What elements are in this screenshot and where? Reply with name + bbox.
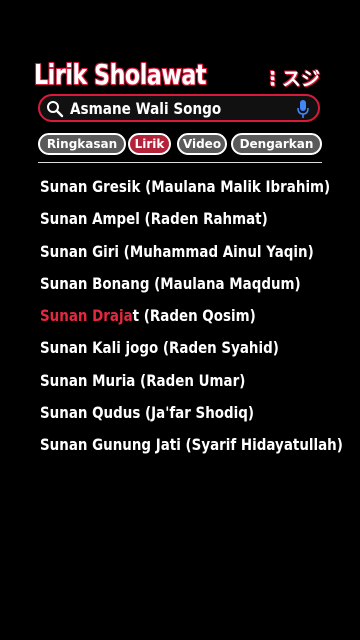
karaoke-highlight: Sunan Draja bbox=[40, 306, 133, 326]
lyrics-list: Sunan Gresik (Maulana Malik Ibrahim) Sun… bbox=[40, 172, 343, 463]
lyric-line: Sunan Gunung Jati (Syarif Hidayatullah) bbox=[40, 435, 343, 455]
lyric-line: Sunan Giri (Muhammad Ainul Yaqin) bbox=[40, 241, 314, 261]
mic-icon[interactable] bbox=[296, 99, 310, 119]
lyric-line: Sunan Muria (Raden Umar) bbox=[40, 370, 246, 390]
lyric-line: Sunan Kali jogo (Raden Syahid) bbox=[40, 338, 279, 358]
app-header: Lirik Sholawat ⋮スジ bbox=[34, 58, 334, 94]
tab-bar: Ringkasan Lirik Video Dengarkan bbox=[38, 133, 324, 155]
divider bbox=[38, 162, 322, 163]
tab-lirik[interactable]: Lirik bbox=[128, 133, 171, 155]
search-icon bbox=[47, 101, 64, 118]
lyric-line: Sunan Ampel (Raden Rahmat) bbox=[40, 209, 268, 229]
lyric-line-current: Sunan Drajat (Raden Qosim) bbox=[40, 301, 292, 333]
tab-dengarkan[interactable]: Dengarkan bbox=[231, 133, 322, 155]
tab-video[interactable]: Video bbox=[177, 133, 227, 155]
lyric-line: Sunan Qudus (Ja'far Shodiq) bbox=[40, 403, 255, 423]
menu-icon[interactable]: ⋮スジ bbox=[263, 64, 320, 91]
tab-ringkasan[interactable]: Ringkasan bbox=[38, 133, 126, 155]
lyric-line: Sunan Gresik (Maulana Malik Ibrahim) bbox=[40, 177, 331, 196]
lyric-line: Sunan Bonang (Maulana Maqdum) bbox=[40, 273, 301, 293]
search-input[interactable]: Asmane Wali Songo bbox=[70, 99, 221, 118]
app-title: Lirik Sholawat bbox=[34, 58, 207, 91]
search-bar[interactable]: Asmane Wali Songo bbox=[38, 94, 320, 122]
karaoke-rest: t (Raden Qosim) bbox=[132, 306, 256, 326]
